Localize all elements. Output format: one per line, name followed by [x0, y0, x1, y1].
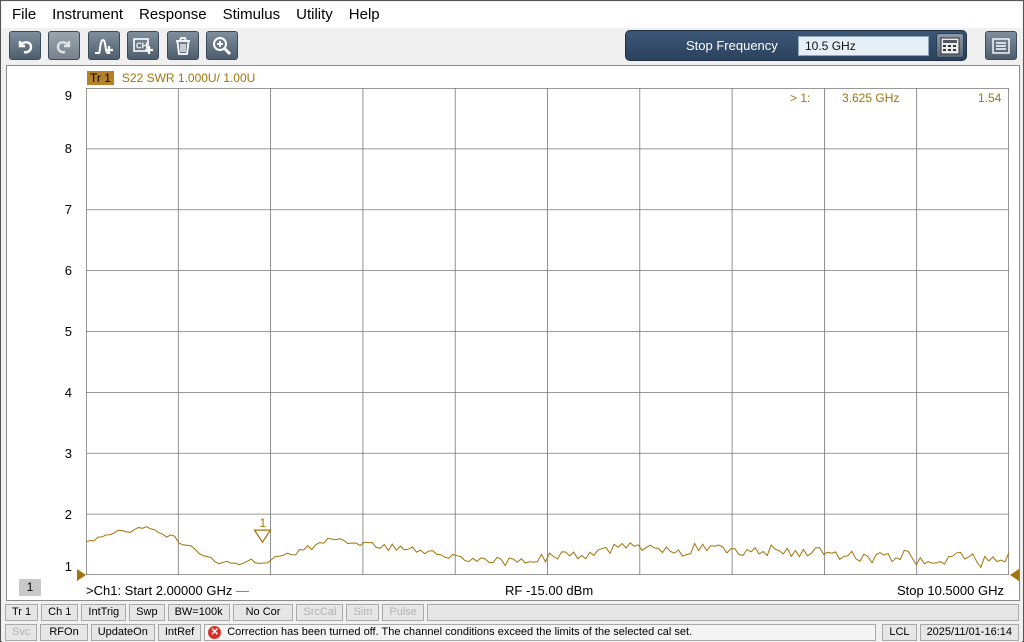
status-pulse[interactable]: Pulse [382, 603, 424, 621]
calculator-icon [940, 37, 960, 54]
status-sim[interactable]: Sim [346, 603, 380, 621]
marker-1-triangle[interactable] [253, 529, 272, 544]
status-bar-bottom: Svc RFOn UpdateOn IntRef ✕ Correction ha… [2, 622, 1022, 642]
status-bar-top: Tr 1 Ch 1 IntTrig Swp BW=100k No Cor Src… [2, 602, 1022, 622]
undo-icon [18, 40, 33, 53]
y-tick-label: 6 [64, 263, 72, 278]
status-rf-on[interactable]: RFOn [40, 623, 88, 641]
error-icon: ✕ [208, 625, 222, 639]
menu-stimulus[interactable]: Stimulus [215, 2, 289, 28]
undo-button[interactable] [9, 31, 41, 60]
reference-position-right-marker[interactable] [1010, 569, 1019, 581]
stop-frequency-label: Stop Frequency [686, 38, 778, 53]
status-time: 2025/11/01-16:14 [919, 623, 1019, 641]
y-tick-label: 3 [64, 446, 72, 461]
y-tick-label: 2 [64, 507, 72, 522]
measurement-display[interactable]: Tr 1 S22 SWR 1.000U/ 1.00U 9 8 7 6 5 4 3… [6, 65, 1020, 601]
status-message-text: Correction has been turned off. The chan… [227, 625, 693, 638]
y-tick-label: 7 [64, 202, 72, 217]
marker-readout-frequency: 3.625 GHz [842, 91, 900, 105]
add-channel-icon: CH [133, 37, 153, 54]
menu-response[interactable]: Response [131, 2, 215, 28]
status-bandwidth[interactable]: BW=100k [167, 603, 230, 621]
delete-button[interactable] [167, 31, 199, 60]
stop-frequency-input[interactable]: 10.5 GHz [798, 36, 929, 56]
status-trigger[interactable]: IntTrig [81, 603, 127, 621]
marker-readout-label: > 1: [790, 91, 811, 105]
menu-help[interactable]: Help [341, 2, 388, 28]
add-channel-button[interactable]: CH [127, 31, 159, 60]
zoom-icon [213, 36, 232, 55]
y-tick-label: 8 [64, 141, 72, 156]
status-srccal[interactable]: SrcCal [296, 603, 344, 621]
delete-icon [176, 36, 190, 55]
hamburger-menu-button[interactable] [985, 31, 1017, 60]
stop-frequency-panel: Stop Frequency 10.5 GHz [625, 30, 967, 61]
status-channel[interactable]: Ch 1 [41, 603, 79, 621]
list-menu-icon [992, 37, 1010, 54]
stop-frequency[interactable]: Stop 10.5000 GHz [897, 583, 1004, 598]
status-update-on[interactable]: UpdateOn [90, 623, 155, 641]
reference-position-left-marker[interactable] [77, 569, 86, 581]
plot-grid: 1 [86, 88, 1009, 575]
y-tick-label: 1 [64, 559, 72, 574]
y-tick-label: 5 [64, 324, 72, 339]
trace-tag[interactable]: Tr 1 [87, 71, 114, 85]
status-trace[interactable]: Tr 1 [5, 603, 39, 621]
menu-file[interactable]: File [2, 2, 44, 28]
status-sweep[interactable]: Swp [129, 603, 165, 621]
redo-icon [56, 40, 71, 53]
channel-number-badge[interactable]: 1 [19, 579, 41, 596]
plot-svg: 1 [86, 88, 1009, 575]
add-marker-button[interactable] [88, 31, 120, 60]
trace-description[interactable]: S22 SWR 1.000U/ 1.00U [122, 71, 255, 85]
source-power[interactable]: RF -15.00 dBm [505, 583, 593, 598]
trace-header: Tr 1 S22 SWR 1.000U/ 1.00U [87, 71, 255, 85]
marker-1-label: 1 [259, 516, 266, 530]
y-tick-label: 9 [64, 88, 72, 103]
status-filler [426, 603, 1019, 621]
marker-readout-value: 1.54 [978, 91, 1002, 105]
status-int-ref[interactable]: IntRef [157, 623, 202, 641]
add-marker-icon [95, 38, 113, 54]
menu-utility[interactable]: Utility [288, 2, 341, 28]
status-lcl[interactable]: LCL [882, 623, 917, 641]
start-frequency[interactable]: >Ch1: Start 2.00000 GHz — [86, 583, 249, 598]
toolbar: CH Stop Frequency 10.5 GHz [2, 28, 1022, 64]
status-svc[interactable]: Svc [5, 623, 38, 641]
y-tick-label: 4 [64, 385, 72, 400]
redo-button[interactable] [48, 31, 80, 60]
app-window: File Instrument Response Stimulus Utilit… [0, 0, 1024, 642]
calculator-button[interactable] [936, 33, 964, 58]
start-frequency-text: >Ch1: Start 2.00000 GHz [86, 583, 233, 598]
menu-instrument[interactable]: Instrument [44, 2, 131, 28]
zoom-button[interactable] [206, 31, 238, 60]
trace-legend-line: — [235, 583, 249, 598]
status-message: ✕ Correction has been turned off. The ch… [204, 623, 877, 641]
status-correction[interactable]: No Cor [232, 603, 294, 621]
menu-bar: File Instrument Response Stimulus Utilit… [2, 2, 1022, 28]
